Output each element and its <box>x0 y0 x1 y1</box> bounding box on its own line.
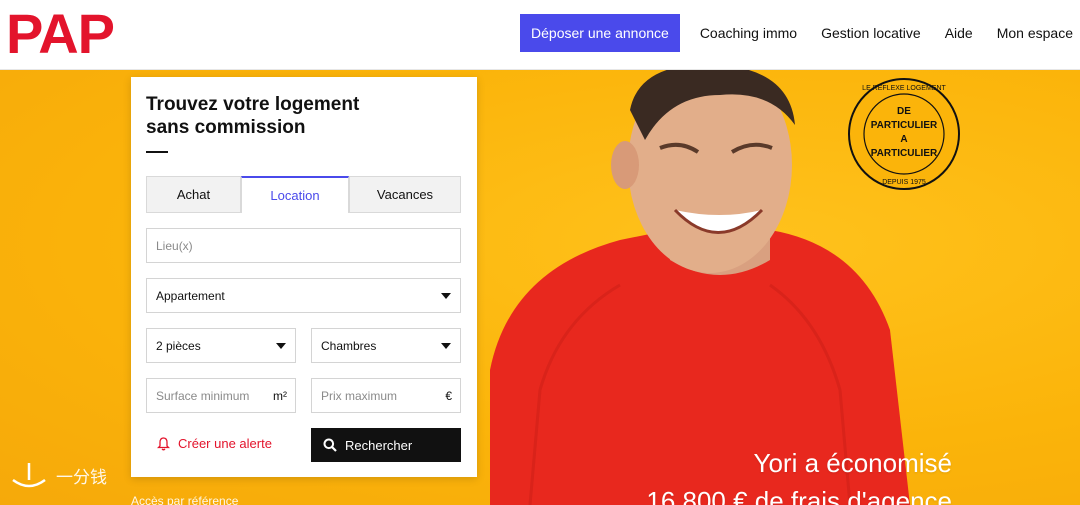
nav-link-coaching[interactable]: Coaching immo <box>700 25 797 41</box>
svg-text:LE REFLEXE LOGEMENT: LE REFLEXE LOGEMENT <box>862 85 946 92</box>
title-divider <box>146 151 168 153</box>
reference-access-link[interactable]: Accès par référence <box>131 494 238 505</box>
surface-min-input[interactable]: Surface minimum m² <box>146 378 296 413</box>
rooms-select[interactable]: 2 pièces <box>146 328 296 363</box>
chevron-down-icon <box>441 293 451 299</box>
main-nav: Déposer une annonce Coaching immo Gestio… <box>520 14 1080 52</box>
svg-text:A: A <box>900 134 907 145</box>
hero-person-image <box>490 70 910 505</box>
price-unit: € <box>445 389 452 403</box>
bell-icon <box>157 436 170 450</box>
svg-text:DE: DE <box>897 106 911 117</box>
post-ad-button[interactable]: Déposer une annonce <box>520 14 680 52</box>
tagline-line-1: Yori a économisé <box>753 448 953 478</box>
tab-location[interactable]: Location <box>241 176 349 213</box>
nav-link-gestion[interactable]: Gestion locative <box>821 25 921 41</box>
bedrooms-select[interactable]: Chambres <box>311 328 461 363</box>
search-title: Trouvez votre logement sans commission <box>146 94 360 138</box>
surface-unit: m² <box>273 389 287 403</box>
nav-link-mon-espace[interactable]: Mon espace <box>997 25 1073 41</box>
svg-text:PARTICULIER: PARTICULIER <box>871 148 938 159</box>
tab-achat[interactable]: Achat <box>146 176 241 213</box>
property-type-select[interactable]: Appartement <box>146 278 461 313</box>
search-tabs: Achat Location Vacances <box>146 176 461 213</box>
tagline-line-2: 16 800 € de frais d'agence <box>646 486 952 505</box>
hero-tagline: Yori a économisé 16 800 € de frais d'age… <box>646 444 952 505</box>
watermark: 一分钱 <box>10 460 107 490</box>
pap-logo[interactable]: PAP <box>6 6 115 62</box>
price-max-input[interactable]: Prix maximum € <box>311 378 461 413</box>
chevron-down-icon <box>276 343 286 349</box>
site-header: PAP Déposer une annonce Coaching immo Ge… <box>0 0 1080 70</box>
chevron-down-icon <box>441 343 451 349</box>
watermark-icon <box>12 463 46 488</box>
search-button[interactable]: Rechercher <box>311 428 461 462</box>
stamp-badge: DE PARTICULIER A PARTICULIER LE REFLEXE … <box>848 78 960 190</box>
search-icon <box>323 438 337 452</box>
svg-text:PARTICULIER: PARTICULIER <box>871 120 938 131</box>
search-card: Trouvez votre logement sans commission A… <box>131 77 477 477</box>
create-alert-button[interactable]: Créer une alerte <box>157 436 272 451</box>
location-input[interactable]: Lieu(x) <box>146 228 461 263</box>
watermark-text: 一分钱 <box>56 467 107 487</box>
nav-link-aide[interactable]: Aide <box>945 25 973 41</box>
svg-text:DEPUIS 1975: DEPUIS 1975 <box>882 179 926 186</box>
tab-vacances[interactable]: Vacances <box>349 176 461 213</box>
